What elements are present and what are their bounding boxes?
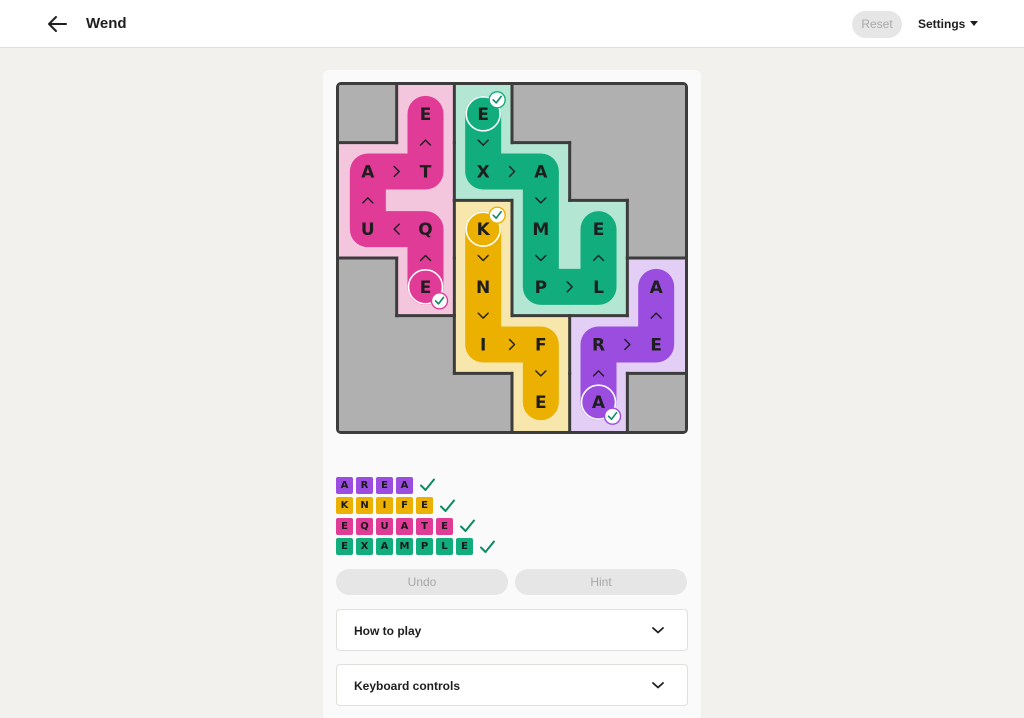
cell-letter: A bbox=[534, 163, 548, 183]
caret-down-icon bbox=[970, 21, 979, 26]
letter-tile: M bbox=[396, 538, 413, 555]
settings-label: Settings bbox=[918, 17, 966, 31]
letter-tile: E bbox=[416, 497, 433, 514]
letter-tile: E bbox=[336, 517, 353, 535]
letter-tile: L bbox=[436, 538, 453, 555]
cell-letter: A bbox=[361, 163, 375, 183]
chevron-down-icon bbox=[652, 627, 664, 634]
letter-tile: Q bbox=[356, 517, 373, 535]
cell-6-2 bbox=[396, 373, 455, 431]
cell-6-3 bbox=[454, 373, 513, 431]
letter-tile: E bbox=[436, 517, 453, 535]
letter-tile: X bbox=[356, 538, 373, 555]
cell-letter: I bbox=[480, 336, 486, 356]
solved-check-icon bbox=[420, 478, 435, 491]
cell-letter: E bbox=[420, 278, 432, 298]
word-list: AREAKNIFEEQUATEEXAMPLE bbox=[336, 476, 496, 558]
cell-6-6 bbox=[627, 373, 685, 431]
letter-tile: U bbox=[376, 517, 393, 535]
check-badge-icon bbox=[488, 206, 506, 224]
board-grid[interactable]: E E A T X A U Q K M E E N P L A I F R E E A bbox=[339, 85, 685, 431]
hint-button[interactable]: Hint bbox=[515, 569, 687, 595]
solved-check-icon bbox=[460, 519, 475, 532]
word-row-area: AREA bbox=[336, 476, 496, 494]
check-badge-icon bbox=[430, 292, 449, 310]
cell-1-1 bbox=[339, 85, 398, 144]
cell-letter: Q bbox=[418, 220, 432, 240]
letter-tile: A bbox=[336, 476, 353, 494]
letter-tile: F bbox=[396, 497, 413, 514]
letter-tile: E bbox=[456, 538, 473, 555]
letter-tile: R bbox=[356, 476, 373, 494]
word-row-example: EXAMPLE bbox=[336, 538, 496, 556]
cell-letter: T bbox=[420, 163, 432, 183]
letter-tile: I bbox=[376, 497, 393, 514]
cell-letter: E bbox=[650, 336, 662, 356]
cell-letter: M bbox=[532, 220, 549, 240]
cell-2-5 bbox=[569, 142, 628, 201]
solved-check-icon bbox=[480, 540, 495, 553]
cell-letter: X bbox=[477, 163, 490, 183]
letter-tile: P bbox=[416, 538, 433, 555]
cell-letter: N bbox=[476, 278, 490, 298]
cell-2-6 bbox=[627, 142, 685, 201]
cell-letter: P bbox=[535, 278, 547, 298]
cell-letter: R bbox=[592, 336, 605, 356]
cell-letter: E bbox=[477, 105, 489, 125]
letter-tile: A bbox=[376, 538, 393, 555]
letter-tile: A bbox=[396, 476, 413, 494]
chevron-down-icon bbox=[652, 682, 664, 689]
letter-tile: E bbox=[336, 538, 353, 555]
cell-6-1 bbox=[339, 373, 398, 431]
cell-5-2 bbox=[396, 315, 455, 374]
cell-1-6 bbox=[627, 85, 685, 144]
how-to-play-label: How to play bbox=[354, 624, 422, 638]
solved-check-icon bbox=[440, 499, 455, 512]
how-to-play-accordion[interactable]: How to play bbox=[336, 609, 688, 651]
cell-letter: F bbox=[535, 336, 547, 356]
check-badge-icon bbox=[488, 91, 506, 109]
cell-4-1 bbox=[339, 258, 398, 317]
cell-1-5 bbox=[569, 85, 628, 144]
letter-tile: N bbox=[356, 497, 373, 514]
letter-tile: A bbox=[396, 517, 413, 535]
cell-letter: K bbox=[477, 220, 491, 240]
app-title: Wend bbox=[86, 15, 127, 32]
word-row-knife: KNIFE bbox=[336, 497, 496, 515]
settings-menu-button[interactable]: Settings bbox=[918, 17, 979, 31]
keyboard-controls-label: Keyboard controls bbox=[354, 679, 461, 693]
cell-1-4 bbox=[512, 85, 571, 144]
keyboard-controls-accordion[interactable]: Keyboard controls bbox=[336, 664, 688, 706]
cell-letter: E bbox=[420, 105, 432, 125]
cell-5-1 bbox=[339, 315, 398, 374]
cell-letter: U bbox=[361, 220, 375, 240]
game-board[interactable]: E E A T X A U Q K M E E N P L A I F R E E A bbox=[336, 82, 688, 434]
letter-tile: T bbox=[416, 517, 433, 535]
top-bar: Wend Reset Settings bbox=[0, 0, 1024, 48]
cell-letter: E bbox=[593, 220, 605, 240]
cell-3-6 bbox=[627, 200, 685, 259]
cell-letter: L bbox=[593, 278, 604, 298]
cell-letter: A bbox=[592, 393, 606, 413]
cell-letter: E bbox=[535, 393, 547, 413]
back-arrow-icon[interactable] bbox=[44, 12, 72, 36]
letter-tile: K bbox=[336, 497, 353, 514]
letter-tile: E bbox=[376, 476, 393, 494]
undo-button[interactable]: Undo bbox=[336, 569, 508, 595]
cell-letter: A bbox=[650, 278, 664, 298]
check-badge-icon bbox=[603, 407, 622, 425]
reset-button[interactable]: Reset bbox=[852, 11, 902, 38]
word-row-equate: EQUATE bbox=[336, 517, 496, 535]
